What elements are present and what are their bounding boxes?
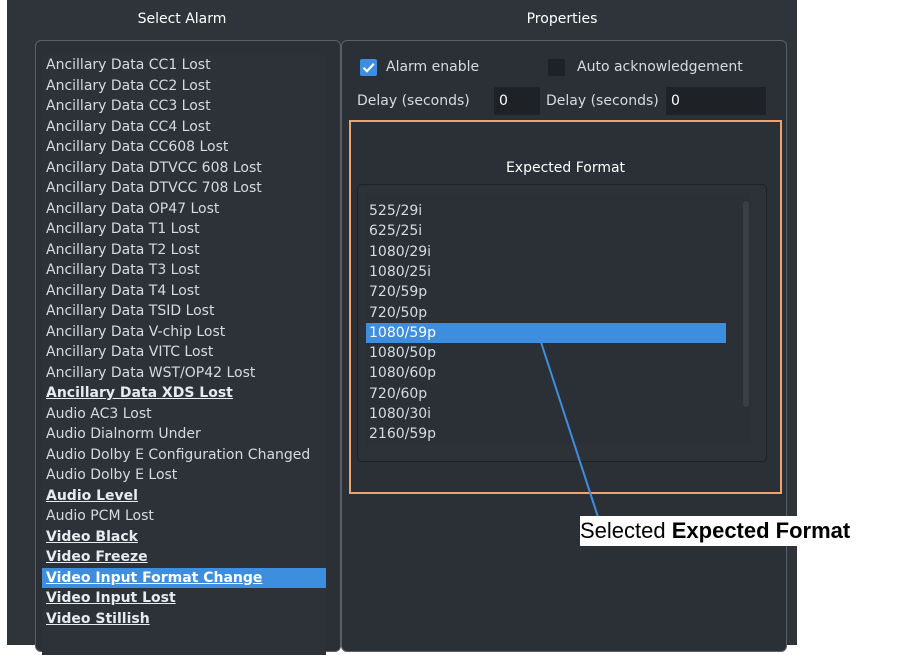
callout-label: Selected Expected Format: [580, 516, 853, 546]
callout-line: [537, 332, 600, 521]
callout-bold: Expected Format: [671, 518, 851, 543]
callout-prefix: Selected: [580, 518, 672, 543]
